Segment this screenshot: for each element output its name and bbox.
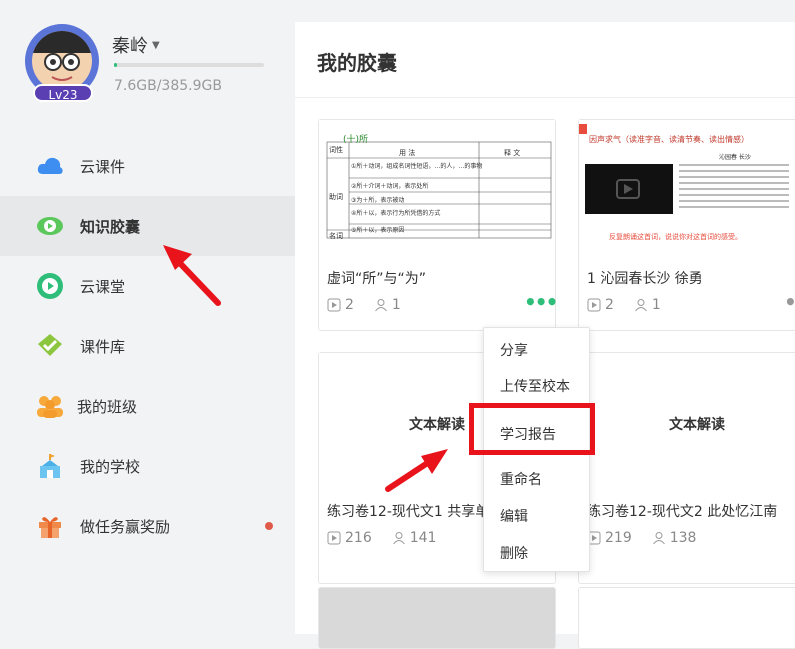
arrow-annotation xyxy=(163,245,221,306)
annotation-arrows xyxy=(163,245,448,492)
arrow-annotation xyxy=(385,449,448,492)
